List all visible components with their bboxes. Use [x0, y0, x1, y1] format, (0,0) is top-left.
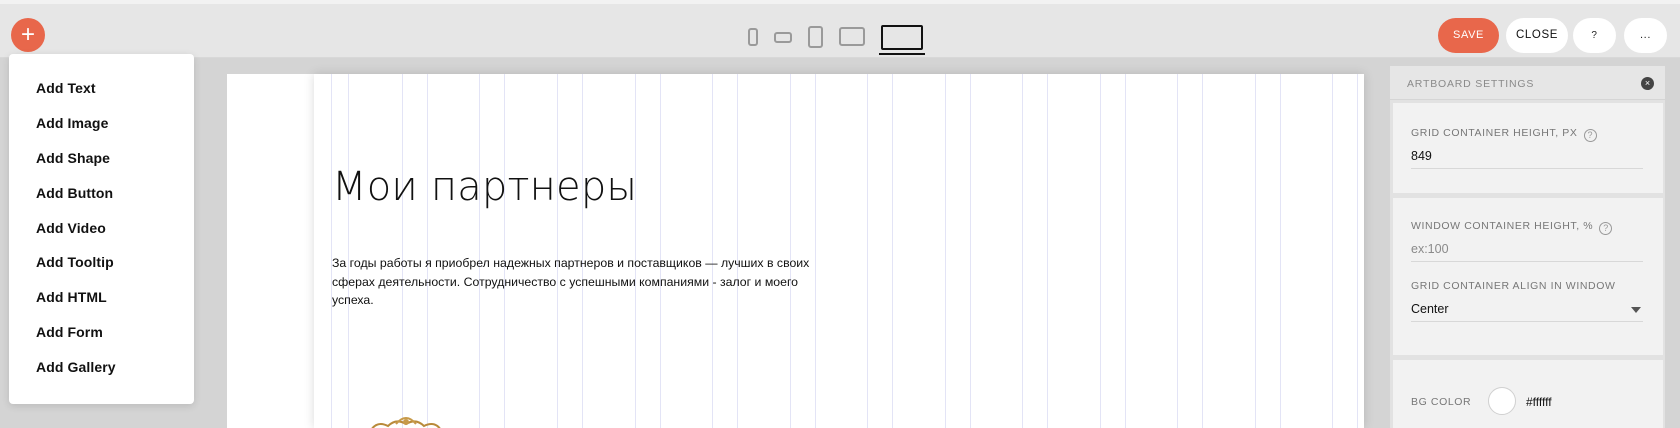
- bg-color-value[interactable]: #ffffff: [1526, 395, 1552, 409]
- bg-color-card: BG COLOR #ffffff: [1393, 360, 1663, 428]
- grid-height-label: GRID CONTAINER HEIGHT, PX?: [1411, 127, 1597, 142]
- grid-column-line: [945, 74, 946, 428]
- menu-item-add-gallery[interactable]: Add Gallery: [36, 359, 116, 375]
- grid-column-line: [479, 74, 480, 428]
- window-height-input[interactable]: ex:100: [1411, 238, 1643, 262]
- grid-column-line: [1047, 74, 1048, 428]
- save-button[interactable]: SAVE: [1438, 18, 1499, 53]
- menu-item-add-text[interactable]: Add Text: [36, 80, 96, 96]
- grid-column-line: [790, 74, 791, 428]
- partner-logo-image[interactable]: [366, 412, 446, 428]
- tablet-landscape-icon[interactable]: [839, 27, 865, 46]
- close-button[interactable]: CLOSE: [1506, 18, 1568, 53]
- window-height-card: WINDOW CONTAINER HEIGHT, %? ex:100 GRID …: [1393, 198, 1663, 355]
- align-select[interactable]: Center: [1411, 298, 1643, 322]
- grid-column-line: [712, 74, 713, 428]
- grid-column-line: [1125, 74, 1126, 428]
- grid-column-line: [867, 74, 868, 428]
- grid-column-line: [1022, 74, 1023, 428]
- window-height-label: WINDOW CONTAINER HEIGHT, %?: [1411, 220, 1613, 235]
- grid-column-line: [892, 74, 893, 428]
- grid-column-line: [348, 74, 349, 428]
- help-icon[interactable]: ?: [1599, 222, 1613, 235]
- grid-column-line: [1332, 74, 1333, 428]
- device-switcher: [748, 22, 925, 55]
- grid-height-label-text: GRID CONTAINER HEIGHT, PX: [1411, 127, 1578, 139]
- menu-item-add-shape[interactable]: Add Shape: [36, 150, 110, 166]
- grid-column-line: [582, 74, 583, 428]
- grid-height-card: GRID CONTAINER HEIGHT, PX? 849: [1393, 103, 1663, 193]
- add-element-menu: Add Text Add Image Add Shape Add Button …: [9, 54, 194, 404]
- align-label: GRID CONTAINER ALIGN IN WINDOW: [1411, 280, 1616, 292]
- tablet-portrait-icon[interactable]: [808, 26, 823, 48]
- top-toolbar: + SAVE CLOSE ? ...: [0, 0, 1680, 58]
- grid-column-line: [815, 74, 816, 428]
- grid-column-line: [1177, 74, 1178, 428]
- artboard-paragraph[interactable]: За годы работы я приобрел надежных партн…: [332, 254, 832, 310]
- grid-height-input[interactable]: 849: [1411, 145, 1643, 169]
- help-icon[interactable]: ?: [1583, 129, 1597, 142]
- help-button[interactable]: ?: [1573, 18, 1616, 53]
- close-icon[interactable]: ×: [1641, 77, 1654, 90]
- grid-column-line: [427, 74, 428, 428]
- grid-column-line: [1255, 74, 1256, 428]
- grid-column-line: [635, 74, 636, 428]
- editor-root: + SAVE CLOSE ? ... Мои партнеры За годы …: [0, 0, 1680, 428]
- chevron-down-icon: [1631, 307, 1641, 313]
- phone-landscape-icon[interactable]: [774, 32, 792, 43]
- grid-column-line: [1100, 74, 1101, 428]
- desktop-icon[interactable]: [879, 25, 925, 55]
- phone-portrait-icon[interactable]: [748, 28, 758, 46]
- window-height-label-text: WINDOW CONTAINER HEIGHT, %: [1411, 220, 1594, 232]
- grid-column-line: [737, 74, 738, 428]
- bg-color-swatch[interactable]: [1488, 387, 1516, 415]
- grid-column-line: [1202, 74, 1203, 428]
- grid-column-line: [660, 74, 661, 428]
- menu-item-add-video[interactable]: Add Video: [36, 220, 106, 236]
- grid-column-line: [1280, 74, 1281, 428]
- menu-item-add-tooltip[interactable]: Add Tooltip: [36, 254, 114, 270]
- grid-column-line: [557, 74, 558, 428]
- add-element-button[interactable]: +: [11, 18, 45, 52]
- panel-header: ARTBOARD SETTINGS ×: [1390, 66, 1665, 100]
- artboard-settings-panel: ARTBOARD SETTINGS × GRID CONTAINER HEIGH…: [1390, 66, 1665, 428]
- grid-column-line: [402, 74, 403, 428]
- grid-column-line: [331, 74, 332, 428]
- align-select-value: Center: [1411, 302, 1449, 316]
- menu-item-add-button[interactable]: Add Button: [36, 185, 113, 201]
- grid-column-line: [970, 74, 971, 428]
- bg-color-label: BG COLOR: [1411, 396, 1472, 408]
- menu-item-add-html[interactable]: Add HTML: [36, 289, 107, 305]
- artboard-heading[interactable]: Мои партнеры: [332, 164, 637, 210]
- artboard[interactable]: Мои партнеры За годы работы я приобрел н…: [314, 74, 1364, 428]
- more-button[interactable]: ...: [1624, 18, 1667, 53]
- menu-item-add-image[interactable]: Add Image: [36, 115, 108, 131]
- panel-title: ARTBOARD SETTINGS: [1407, 78, 1535, 90]
- grid-column-line: [504, 74, 505, 428]
- grid-column-line: [1357, 74, 1358, 428]
- menu-item-add-form[interactable]: Add Form: [36, 324, 103, 340]
